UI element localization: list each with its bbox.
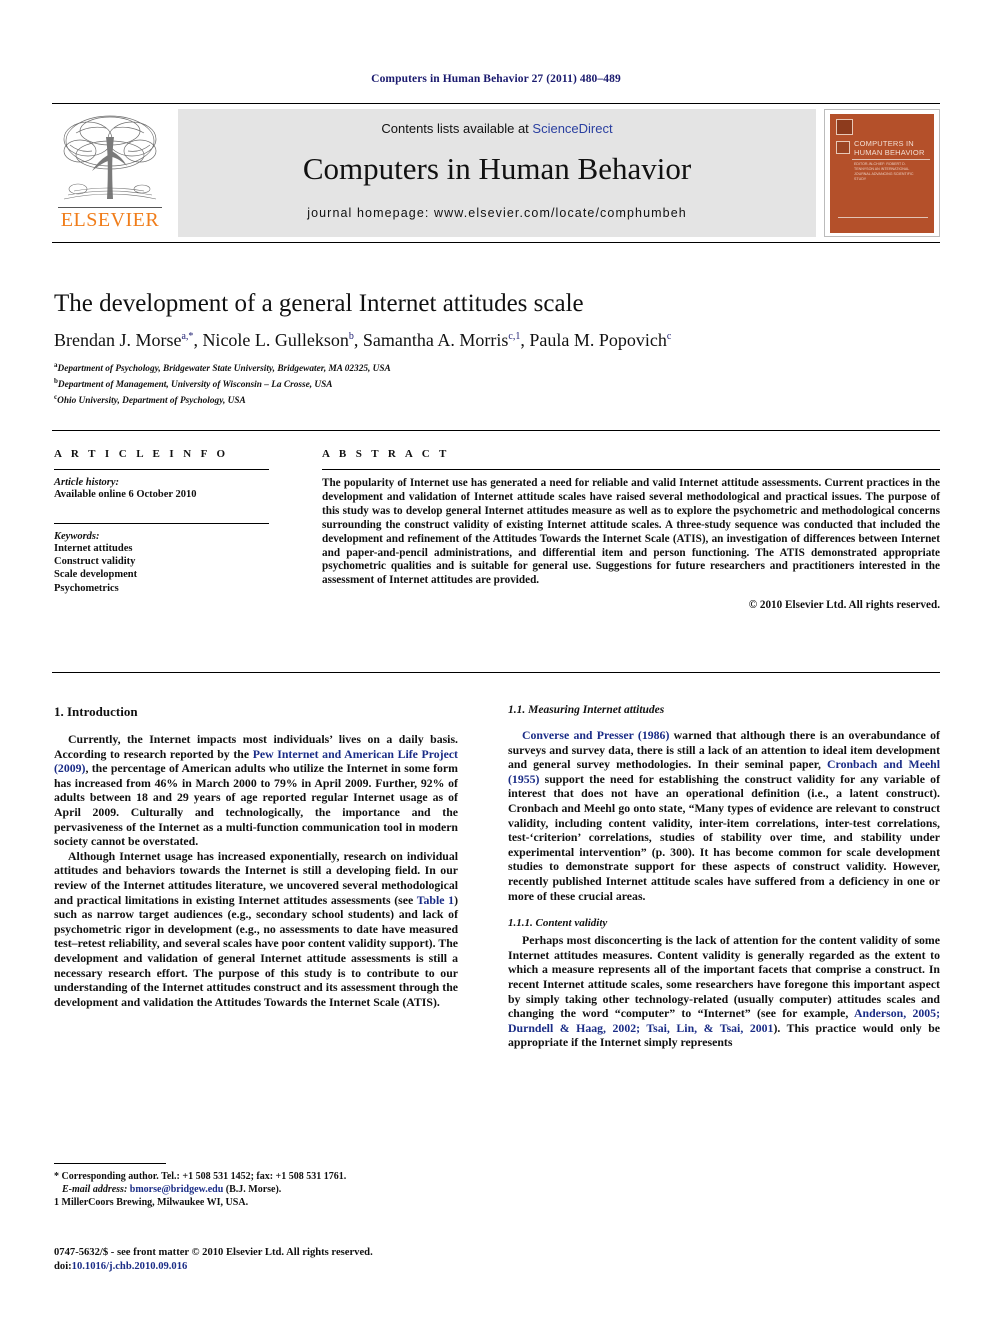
keywords-label: Keywords: — [54, 531, 100, 542]
article-info-block: A R T I C L E I N F O Article history: A… — [54, 448, 269, 595]
article-info-rule — [54, 469, 269, 470]
cover-rule-bottom — [838, 217, 928, 218]
email-suffix: (B.J. Morse). — [225, 1184, 282, 1195]
cover-title: COMPUTERS IN HUMAN BEHAVIOR — [854, 139, 925, 157]
body-column-left: 1. Introduction Currently, the Internet … — [54, 704, 458, 1009]
paragraph: Converse and Presser (1986) warned that … — [508, 728, 940, 903]
contents-available-line: Contents lists available at ScienceDirec… — [178, 121, 816, 136]
author-name: Nicole L. Gullekson — [202, 330, 349, 350]
author-entry: Samantha A. Morrisc,1 — [363, 330, 520, 350]
doi-line: doi:10.1016/j.chb.2010.09.016 — [54, 1260, 464, 1274]
affiliation-item: cOhio University, Department of Psycholo… — [54, 392, 654, 408]
article-history-label: Article history: — [54, 477, 120, 488]
copyright-line: © 2010 Elsevier Ltd. All rights reserved… — [748, 599, 940, 612]
info-band-top-rule — [52, 430, 940, 431]
doi-link[interactable]: 10.1016/j.chb.2010.09.016 — [72, 1261, 188, 1272]
contents-prefix: Contents lists available at — [381, 121, 533, 136]
masthead-top-rule — [52, 103, 940, 104]
affiliation-list: aDepartment of Psychology, Bridgewater S… — [54, 360, 654, 408]
body-column-right: 1.1. Measuring Internet attitudes Conver… — [508, 704, 940, 1050]
sciencedirect-banner: Contents lists available at ScienceDirec… — [178, 109, 816, 237]
cover-subtitle: EDITOR-IN-CHIEF: ROBERT D. TENNYSON AN I… — [854, 162, 914, 181]
paragraph-text: support the need for establishing the co… — [508, 771, 940, 903]
subsection-heading-measuring: 1.1. Measuring Internet attitudes — [508, 704, 665, 716]
issn-line: 0747-5632/$ - see front matter © 2010 El… — [54, 1247, 373, 1258]
abstract-rule — [322, 469, 940, 470]
cover-secondary-icon — [836, 141, 850, 154]
author-entry: Paula M. Popovichc — [529, 330, 671, 350]
email-link[interactable]: bmorse@bridgew.edu — [130, 1184, 223, 1195]
elsevier-logo-rule — [58, 207, 162, 208]
author-separator: , — [353, 330, 363, 350]
paragraph-text: , the percentage of American adults who … — [54, 761, 458, 849]
journal-homepage-link[interactable]: journal homepage: www.elsevier.com/locat… — [178, 206, 816, 220]
journal-cover-thumbnail[interactable]: COMPUTERS IN HUMAN BEHAVIOR EDITOR-IN-CH… — [824, 109, 940, 237]
author-list: Brendan J. Morsea,*, Nicole L. Gullekson… — [54, 330, 934, 351]
email-label: E-mail address: — [62, 1184, 128, 1195]
section-heading-introduction: 1. Introduction — [54, 704, 138, 719]
article-page: Computers in Human Behavior 27 (2011) 48… — [0, 0, 992, 1323]
paragraph: Although Internet usage has increased ex… — [54, 849, 458, 1010]
keyword-item: Scale development — [54, 569, 138, 581]
affiliation-text: Department of Psychology, Bridgewater St… — [57, 364, 391, 375]
masthead-bottom-rule — [52, 242, 940, 243]
elsevier-logo: ELSEVIER — [52, 109, 168, 237]
abstract-text: The popularity of Internet use has gener… — [322, 477, 940, 587]
citation-link[interactable]: Converse and Presser (1986) — [522, 728, 669, 742]
article-info-heading: A R T I C L E I N F O — [54, 448, 229, 460]
affiliation-item: aDepartment of Psychology, Bridgewater S… — [54, 360, 654, 376]
author-entry: Nicole L. Gulleksonb — [202, 330, 353, 350]
doi-label: doi: — [54, 1261, 72, 1272]
paragraph: Currently, the Internet impacts most ind… — [54, 732, 458, 849]
author-name: Samantha A. Morris — [362, 330, 509, 350]
elsevier-tree-icon — [56, 111, 164, 209]
author-entry: Brendan J. Morsea,* — [54, 330, 193, 350]
author-marks: c — [666, 331, 672, 342]
keyword-item: Psychometrics — [54, 582, 119, 594]
keyword-item: Construct validity — [54, 556, 136, 568]
author-name: Brendan J. Morse — [54, 330, 182, 350]
cover-rule-top — [852, 159, 930, 160]
affiliation-item: bDepartment of Management, University of… — [54, 376, 654, 392]
footnote-block: * Corresponding author. Tel.: +1 508 531… — [54, 1170, 464, 1209]
table-link[interactable]: Table 1 — [417, 893, 454, 907]
cover-artwork: COMPUTERS IN HUMAN BEHAVIOR EDITOR-IN-CH… — [830, 114, 934, 233]
subsubsection-heading-content-validity: 1.1.1. Content validity — [508, 917, 608, 930]
author-name: Paula M. Popovich — [529, 330, 667, 350]
imprint-block: 0747-5632/$ - see front matter © 2010 El… — [54, 1246, 464, 1274]
journal-title: Computers in Human Behavior — [302, 151, 692, 186]
running-head: Computers in Human Behavior 27 (2011) 48… — [371, 73, 621, 85]
paragraph: Perhaps most disconcerting is the lack o… — [508, 933, 940, 1050]
elsevier-wordmark: ELSEVIER — [60, 209, 160, 231]
footnote-rule — [54, 1163, 166, 1164]
article-history-value: Available online 6 October 2010 — [54, 489, 197, 500]
footnote-note-1: 1 MillerCoors Brewing, Milwaukee WI, USA… — [54, 1197, 249, 1208]
sciencedirect-link[interactable]: ScienceDirect — [532, 121, 612, 136]
corresponding-author-note: * Corresponding author. Tel.: +1 508 531… — [54, 1171, 347, 1182]
cover-badge-icon — [836, 119, 853, 135]
keyword-item: Internet attitudes — [54, 543, 133, 554]
paragraph-text: ) such as narrow target audiences (e.g.,… — [54, 892, 459, 1009]
author-marks: a,* — [181, 331, 194, 342]
paragraph-text: Although Internet usage has increased ex… — [54, 848, 458, 907]
info-band-bottom-rule — [52, 672, 940, 673]
affiliation-text: Department of Management, University of … — [57, 379, 333, 390]
keywords-rule — [54, 523, 269, 524]
affiliation-text: Ohio University, Department of Psycholog… — [57, 395, 246, 406]
author-marks: c,1 — [508, 331, 521, 342]
abstract-block: A B S T R A C T The popularity of Intern… — [322, 448, 940, 611]
abstract-heading: A B S T R A C T — [322, 448, 450, 460]
journal-masthead: ELSEVIER Contents lists available at Sci… — [52, 109, 940, 237]
keyword-list: Internet attitudes Construct validity Sc… — [54, 542, 269, 595]
email-note: E-mail address: bmorse@bridgew.edu (B.J.… — [54, 1183, 464, 1196]
page-title: The development of a general Internet at… — [54, 290, 584, 317]
